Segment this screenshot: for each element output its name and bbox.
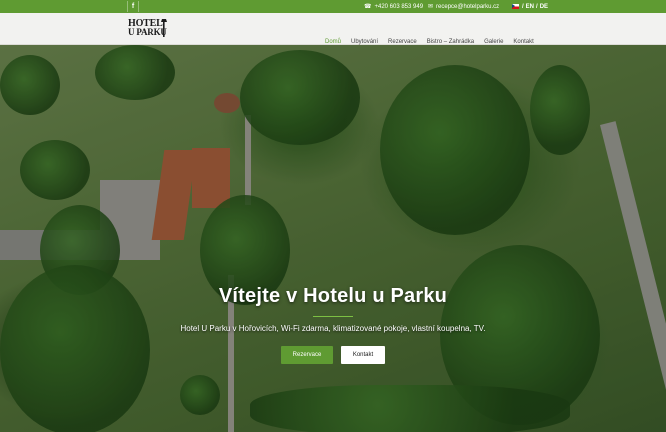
lamp-icon xyxy=(161,19,167,37)
czech-flag-icon[interactable]: CZ xyxy=(512,4,519,9)
hero-subtitle: Hotel U Parku v Hořovicích, Wi-Fi zdarma… xyxy=(180,324,486,333)
top-bar: f ☎ +420 603 853 949 ✉ recepce@hotelpark… xyxy=(0,0,666,13)
language-switcher: CZ / EN / DE xyxy=(512,0,548,13)
hotel-logo[interactable]: HOTEL U PARKU xyxy=(128,19,172,41)
phone-contact[interactable]: ☎ +420 603 853 949 xyxy=(364,0,423,13)
email-contact[interactable]: ✉ recepce@hotelparku.cz xyxy=(428,0,499,13)
lang-separator: / xyxy=(536,3,538,10)
facebook-icon[interactable]: f xyxy=(127,1,139,12)
hero-title: Vítejte v Hotelu u Parku xyxy=(218,285,448,307)
site-header: HOTEL U PARKU Domů Ubytování Rezervace B… xyxy=(0,13,666,45)
hero-section: Vítejte v Hotelu u Parku Hotel U Parku v… xyxy=(0,45,666,432)
reservation-button[interactable]: Rezervace xyxy=(281,346,333,364)
lang-de[interactable]: DE xyxy=(540,4,548,10)
mail-icon: ✉ xyxy=(428,4,434,10)
title-underline xyxy=(313,316,353,317)
email-address: recepce@hotelparku.cz xyxy=(436,3,500,10)
phone-icon: ☎ xyxy=(364,4,372,10)
contact-button[interactable]: Kontakt xyxy=(341,346,385,364)
phone-number: +420 603 853 949 xyxy=(374,3,424,10)
lang-separator: / xyxy=(522,3,524,10)
lang-en[interactable]: EN xyxy=(526,4,534,10)
